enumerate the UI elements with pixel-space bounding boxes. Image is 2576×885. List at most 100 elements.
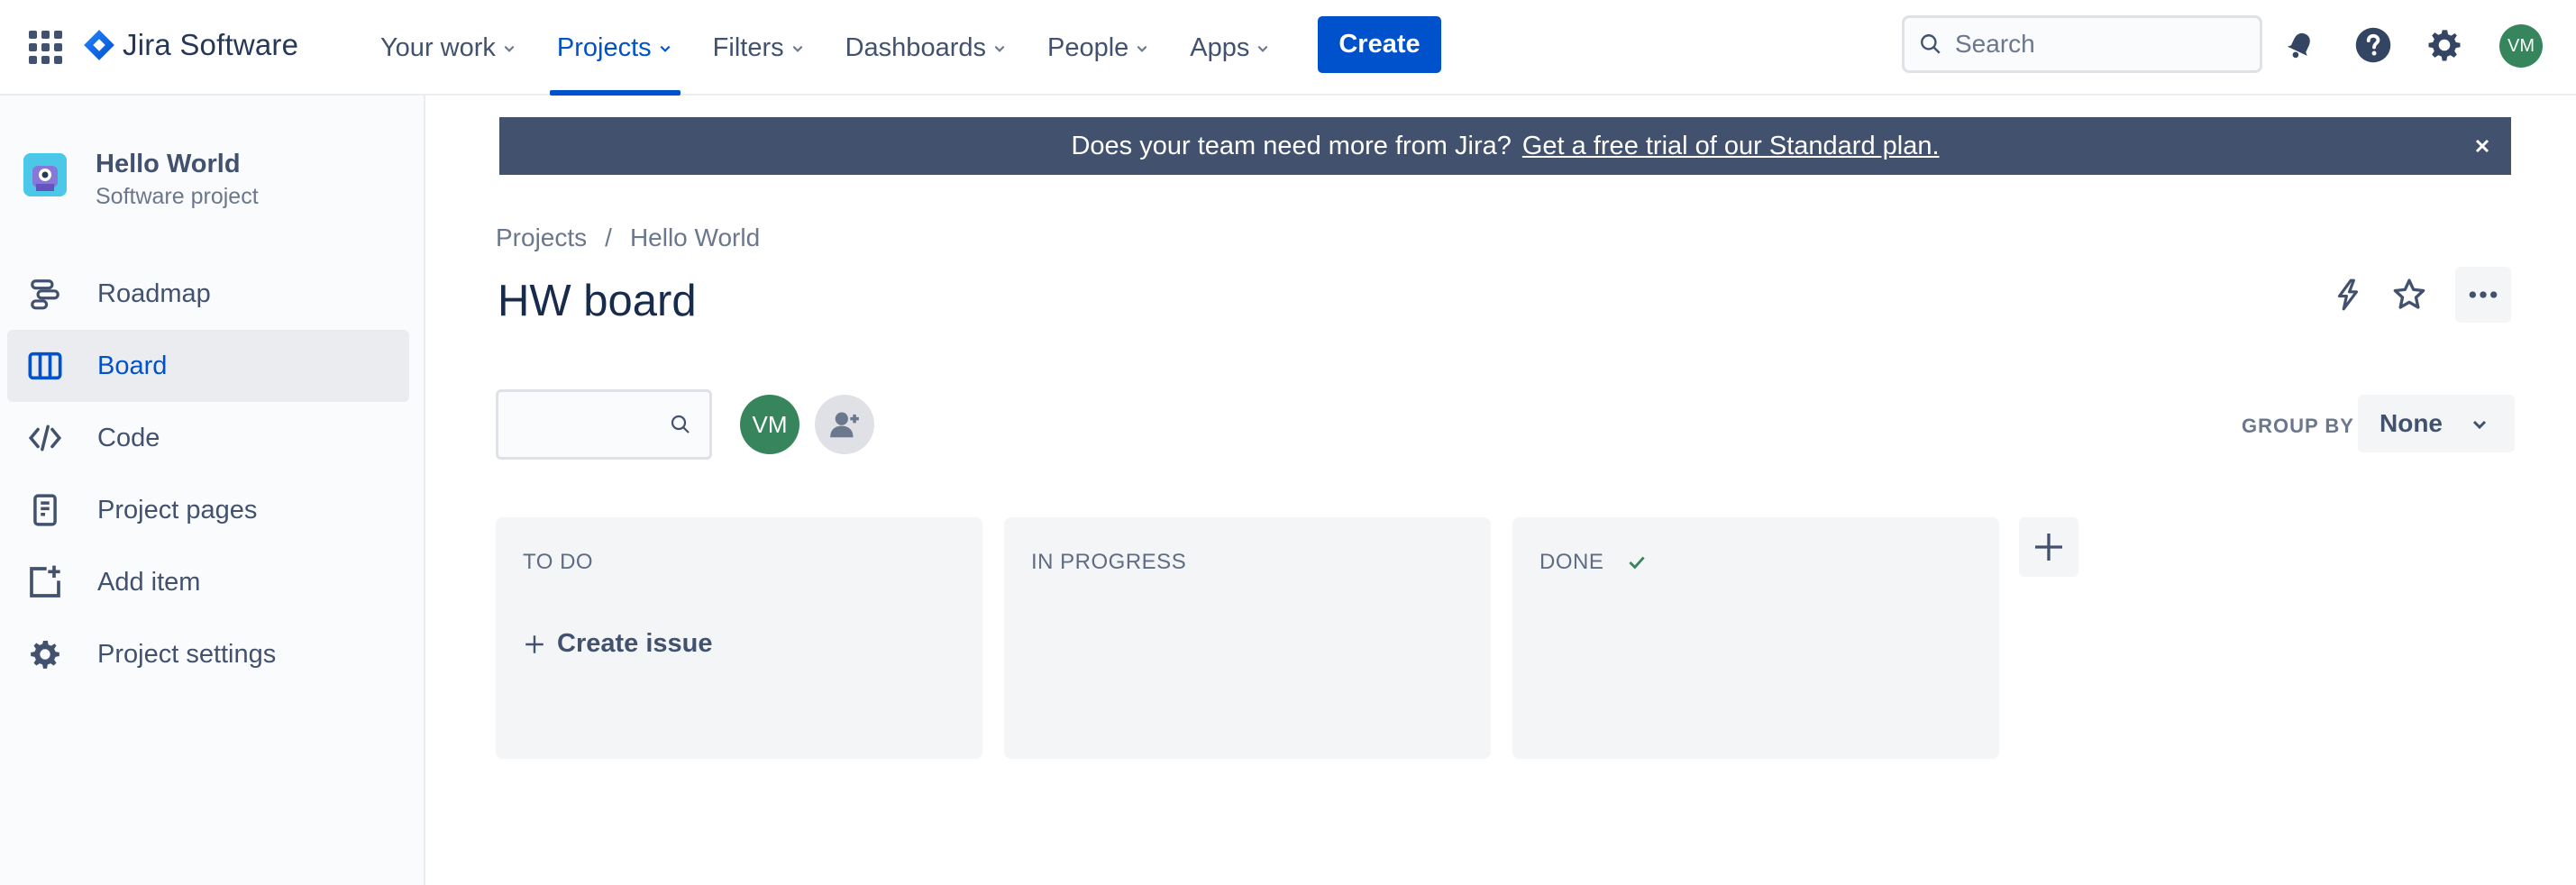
chevron-down-icon — [1257, 45, 1268, 52]
pages-icon — [27, 492, 63, 528]
nav-projects[interactable]: Projects — [548, 0, 681, 96]
automation-button[interactable] — [2320, 267, 2376, 323]
gear-icon — [2428, 30, 2461, 61]
close-icon — [2475, 139, 2489, 153]
search-icon — [671, 415, 690, 433]
app-switcher-icon[interactable] — [25, 27, 65, 67]
board-search[interactable] — [496, 389, 712, 460]
board-search-input[interactable] — [509, 410, 662, 439]
nav-label: Your work — [380, 32, 496, 62]
banner-trial-link[interactable]: Get a free trial of our Standard plan. — [1522, 132, 1940, 161]
group-by-dropdown[interactable]: None — [2358, 395, 2515, 452]
column-title-text: DONE — [1539, 550, 1604, 574]
add-people-button[interactable] — [815, 395, 874, 454]
breadcrumb: Projects / Hello World — [496, 224, 760, 252]
search-icon — [1921, 34, 1941, 54]
question-circle-icon — [2355, 27, 2391, 63]
column-title-text: TO DO — [523, 550, 594, 574]
code-icon — [27, 420, 63, 456]
nav-dashboards[interactable]: Dashboards — [836, 0, 1015, 96]
sidebar-item-code[interactable]: Code — [7, 402, 409, 474]
nav-people[interactable]: People — [1038, 0, 1157, 96]
plus-icon — [525, 634, 544, 653]
sidebar-item-label: Roadmap — [97, 278, 211, 308]
roadmap-icon — [27, 276, 63, 312]
nav-label: People — [1046, 32, 1129, 62]
column-title: DONE — [1539, 550, 1649, 575]
more-actions-button[interactable] — [2455, 267, 2511, 323]
nav-your-work[interactable]: Your work — [371, 0, 525, 96]
add-item-icon — [27, 564, 63, 600]
breadcrumb-project[interactable]: Hello World — [630, 224, 760, 252]
upgrade-banner: Does your team need more from Jira? Get … — [499, 117, 2511, 175]
bell-icon — [2287, 32, 2310, 59]
nav-label: Apps — [1190, 32, 1250, 62]
chevron-down-icon — [2472, 420, 2487, 430]
chevron-down-icon — [1137, 45, 1147, 52]
settings-icon[interactable] — [2424, 24, 2465, 66]
board-column-todo: TO DO Create issue — [496, 517, 982, 759]
project-avatar — [23, 153, 67, 196]
add-person-icon — [830, 412, 859, 438]
user-avatar[interactable]: VM — [2499, 24, 2543, 68]
settings-icon — [27, 636, 63, 672]
nav-filters[interactable]: Filters — [704, 0, 813, 96]
sidebar-item-label: Add item — [97, 567, 201, 597]
sidebar-item-board[interactable]: Board — [7, 330, 409, 402]
sidebar-item-label: Project pages — [97, 495, 258, 525]
nav-apps[interactable]: Apps — [1181, 0, 1278, 96]
banner-close-button[interactable] — [2470, 133, 2495, 159]
sidebar-item-project-pages[interactable]: Project pages — [7, 474, 409, 546]
help-icon[interactable] — [2352, 24, 2394, 66]
sidebar-item-add-item[interactable]: Add item — [7, 546, 409, 618]
chevron-down-icon — [792, 45, 803, 52]
global-search[interactable] — [1902, 15, 2262, 73]
assignee-avatar[interactable]: VM — [740, 395, 799, 454]
sidebar-nav: Roadmap Board Code Project pages Add ite… — [7, 258, 409, 690]
add-column-button[interactable] — [2019, 517, 2078, 577]
column-title: IN PROGRESS — [1031, 550, 1186, 575]
sidebar-item-label: Project settings — [97, 639, 277, 669]
lightning-icon — [2337, 278, 2359, 311]
app-name: Jira Software — [123, 28, 299, 61]
more-horizontal-icon — [2469, 291, 2498, 298]
column-title-text: IN PROGRESS — [1031, 550, 1187, 574]
sidebar-item-project-settings[interactable]: Project settings — [7, 618, 409, 690]
notifications-icon[interactable] — [2279, 24, 2321, 66]
sidebar-item-label: Board — [97, 351, 168, 380]
check-icon — [1629, 556, 1645, 570]
star-icon — [2393, 278, 2425, 309]
nav-label: Filters — [712, 32, 784, 62]
top-navigation: Jira Software Your work Projects Filters… — [0, 0, 2576, 96]
plus-icon — [2035, 534, 2062, 561]
project-header[interactable]: Hello World Software project — [23, 150, 259, 209]
star-button[interactable] — [2381, 267, 2437, 323]
group-by-label: GROUP BY — [2242, 415, 2354, 437]
sidebar-item-roadmap[interactable]: Roadmap — [7, 258, 409, 330]
sidebar-item-label: Code — [97, 423, 160, 452]
project-name: Hello World — [96, 150, 241, 178]
column-title: TO DO — [523, 550, 593, 575]
breadcrumb-projects[interactable]: Projects — [496, 224, 587, 252]
project-sidebar: Hello World Software project Roadmap Boa… — [0, 96, 425, 885]
board-column-in-progress: IN PROGRESS — [1004, 517, 1491, 759]
chevron-down-icon — [504, 45, 515, 52]
board-column-done: DONE — [1512, 517, 1999, 759]
search-input[interactable] — [1955, 30, 2243, 59]
nav-label: Dashboards — [845, 32, 986, 62]
jira-diamond-icon — [84, 30, 114, 60]
project-type: Software project — [96, 184, 259, 209]
page-title: HW board — [498, 277, 697, 325]
breadcrumb-separator: / — [605, 224, 612, 251]
chevron-down-icon — [660, 45, 671, 52]
create-button[interactable]: Create — [1318, 16, 1441, 73]
create-issue-button[interactable]: Create issue — [523, 629, 713, 659]
chevron-down-icon — [994, 45, 1005, 52]
board-icon — [27, 348, 63, 384]
project-robot-icon — [23, 153, 67, 196]
banner-text: Does your team need more from Jira? — [1071, 131, 1512, 160]
create-issue-label: Create issue — [557, 629, 713, 658]
primary-nav: Your work Projects Filters Dashboards Pe… — [371, 0, 1302, 96]
jira-logo[interactable]: Jira Software — [83, 25, 298, 65]
nav-label: Projects — [556, 32, 652, 62]
